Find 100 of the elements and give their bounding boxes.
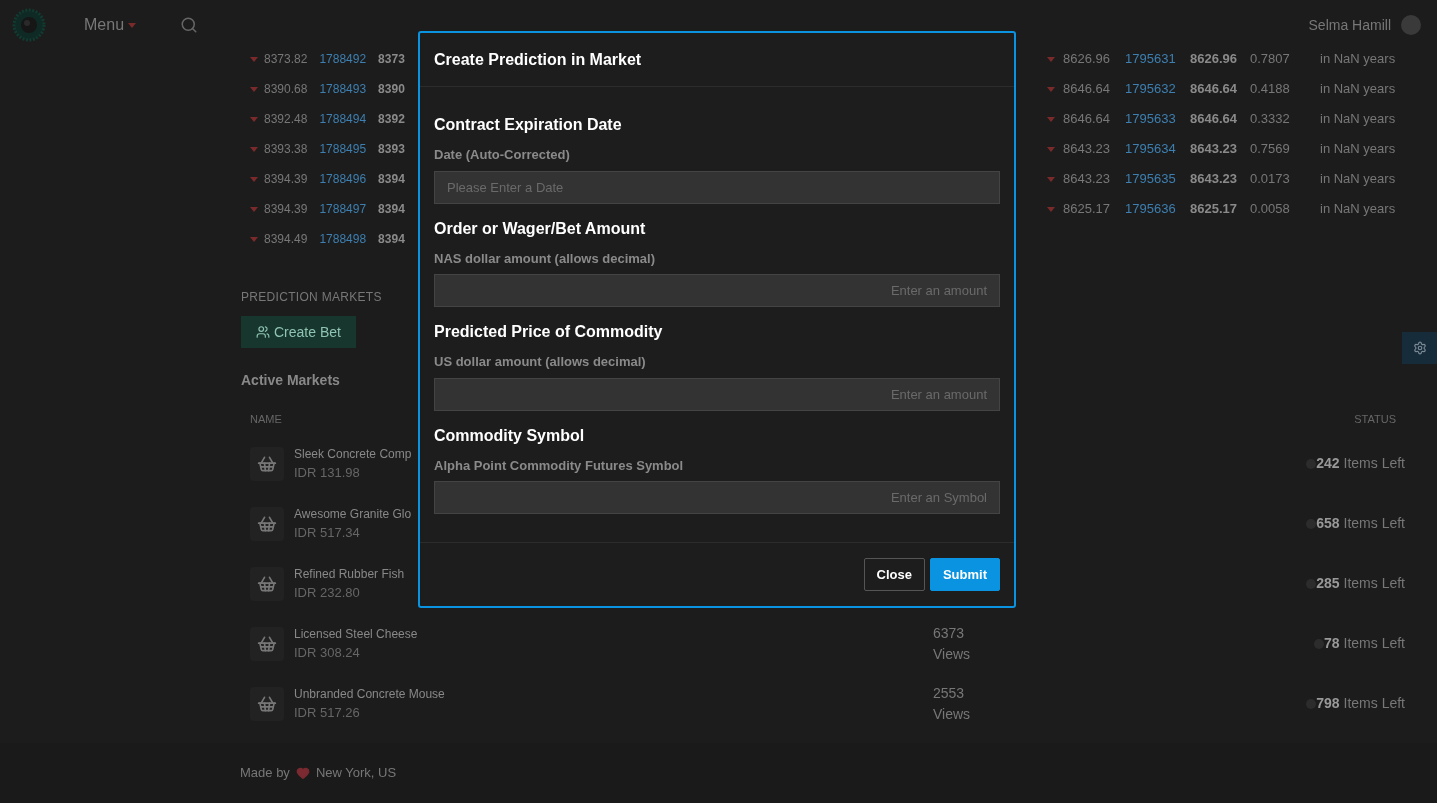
views-count: 2553 (933, 683, 966, 703)
trade-size: 0.7569 (1250, 140, 1291, 159)
user-name[interactable]: Selma Hamill (1308, 14, 1391, 36)
items-count: 798 (1316, 694, 1340, 713)
section-heading: Commodity Symbol (434, 425, 586, 446)
trade-price: 8646.64 (1063, 110, 1110, 129)
field-label: NAS dollar amount (allows decimal) (434, 249, 657, 268)
trade-id[interactable]: 1795633 (1125, 109, 1190, 129)
settings-button[interactable] (1402, 332, 1437, 364)
column-header: STATUS (1354, 412, 1396, 427)
views-label: Views (933, 704, 972, 724)
market-name[interactable]: Awesome Granite Glo (294, 504, 412, 523)
trade-id[interactable]: 1795636 (1125, 199, 1190, 219)
trade-id[interactable]: 1795631 (1125, 49, 1190, 69)
trade-id[interactable]: 1788495 (319, 140, 367, 158)
trade-id[interactable]: 1795632 (1125, 79, 1190, 99)
trade-price: 8394.39 (264, 171, 308, 188)
trade-price: 8392 (378, 111, 405, 128)
trade-time: in NaN years (1320, 140, 1396, 159)
caret-icon (1047, 146, 1055, 152)
items-count: 242 (1316, 454, 1340, 473)
caret-icon (250, 236, 258, 242)
footer-text: Made by (240, 764, 290, 783)
market-price: IDR 308.24 (294, 643, 360, 662)
caret-icon (250, 56, 258, 62)
trade-id[interactable]: 1795634 (1125, 139, 1190, 159)
close-button[interactable]: Close (863, 558, 925, 591)
trade-price: 8394 (378, 201, 405, 218)
column-header: NAME (250, 412, 282, 427)
caret-icon (250, 146, 258, 152)
trade-price: 8626.96 (1190, 50, 1238, 69)
field-label: Alpha Point Commodity Futures Symbol (434, 456, 685, 475)
items-left-label: Items Left (1343, 634, 1405, 653)
market-name[interactable]: Refined Rubber Fish (294, 564, 405, 583)
trade-price: 8626.96 (1063, 50, 1110, 69)
footer-location: New York, US (315, 764, 397, 783)
items-left-label: Items Left (1343, 454, 1405, 473)
menu-button[interactable]: Menu (84, 13, 137, 37)
caret-icon (128, 22, 137, 28)
trade-price: 8643.23 (1190, 140, 1238, 159)
trade-size: 0.0058 (1250, 200, 1291, 219)
trade-id[interactable]: 1788497 (319, 200, 367, 218)
trade-price: 8646.64 (1190, 110, 1238, 129)
field-label: Date (Auto-Corrected) (434, 146, 571, 164)
trade-price: 8393 (378, 141, 405, 158)
trade-price: 8393.38 (264, 141, 308, 158)
market-price: IDR 232.80 (294, 583, 360, 602)
trade-time: in NaN years (1320, 80, 1396, 99)
views-count: 6373 (933, 623, 966, 643)
trade-price: 8394.49 (264, 231, 308, 248)
settings-icon (1412, 341, 1427, 355)
submit-button[interactable]: Submit (929, 558, 1000, 591)
basket-icon (257, 513, 277, 534)
trade-size: 0.0173 (1250, 170, 1291, 189)
trade-price: 8646.64 (1063, 80, 1110, 99)
trade-price: 8394 (378, 171, 405, 188)
trade-price: 8390.68 (264, 81, 308, 98)
trade-time: in NaN years (1320, 50, 1396, 69)
search-icon[interactable] (180, 16, 199, 34)
market-price: IDR 517.34 (294, 523, 360, 542)
trade-id[interactable]: 1788493 (319, 80, 367, 98)
field-label: US dollar amount (allows decimal) (434, 353, 647, 371)
trade-price: 8392.48 (264, 111, 308, 128)
items-left-label: Items Left (1343, 514, 1405, 533)
trade-size: 0.4188 (1250, 80, 1291, 99)
caret-icon (1047, 116, 1055, 122)
trade-id[interactable]: 1788496 (319, 170, 367, 188)
trade-size: 0.3332 (1250, 110, 1291, 129)
create-bet-button[interactable]: Create Bet (241, 316, 356, 348)
basket-icon (257, 693, 277, 714)
active-markets-title: Active Markets (241, 371, 340, 390)
trade-id[interactable]: 1795635 (1125, 169, 1190, 189)
caret-icon (1047, 176, 1055, 182)
trade-price: 8643.23 (1190, 170, 1238, 189)
modal-title: Create Prediction in Market (434, 49, 642, 70)
caret-icon (1047, 56, 1055, 62)
trade-time: in NaN years (1320, 110, 1396, 129)
trade-price: 8390 (378, 81, 405, 98)
caret-icon (1047, 86, 1055, 92)
items-left-label: Items Left (1343, 694, 1405, 713)
market-name[interactable]: Unbranded Concrete Mouse (294, 684, 445, 703)
trade-price: 8394.39 (264, 201, 308, 218)
market-price: IDR 131.98 (294, 463, 360, 482)
market-name[interactable]: Sleek Concrete Comp (294, 444, 412, 463)
trade-price: 8643.23 (1063, 140, 1110, 159)
trade-price: 8373.82 (264, 51, 308, 68)
users-icon (256, 325, 270, 339)
caret-icon (250, 116, 258, 122)
section-heading: Contract Expiration Date (434, 115, 623, 135)
heart-icon (295, 766, 310, 780)
market-name[interactable]: Licensed Steel Cheese (294, 624, 418, 643)
trade-size: 0.7807 (1250, 50, 1291, 69)
trade-id[interactable]: 1788494 (319, 110, 367, 128)
trade-id[interactable]: 1788492 (319, 50, 367, 68)
trade-id[interactable]: 1788498 (319, 230, 367, 248)
items-count: 658 (1316, 514, 1340, 533)
trade-price: 8373 (378, 51, 405, 68)
items-count: 78 (1323, 634, 1340, 653)
caret-icon (250, 86, 258, 92)
basket-icon (257, 633, 277, 654)
